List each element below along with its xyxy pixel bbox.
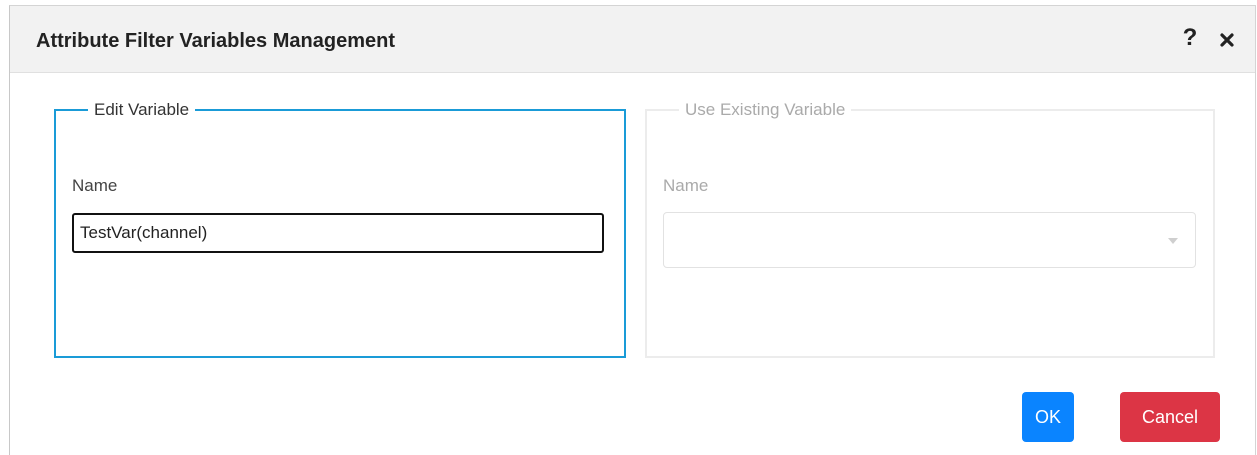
existing-name-label: Name (663, 176, 709, 195)
variable-name-input[interactable] (72, 213, 604, 253)
use-existing-variable-legend: Use Existing Variable (685, 100, 846, 119)
edit-variable-panel: Edit Variable Name (54, 100, 626, 358)
dialog-titlebar: Attribute Filter Variables Management ? (10, 6, 1255, 73)
name-label: Name (72, 176, 118, 195)
existing-variable-select[interactable] (663, 212, 1196, 268)
edit-variable-legend: Edit Variable (94, 100, 190, 119)
close-icon[interactable] (1219, 32, 1235, 48)
use-existing-variable-panel: Use Existing Variable Name (645, 100, 1215, 358)
cancel-button[interactable]: Cancel (1120, 392, 1220, 442)
dialog-title: Attribute Filter Variables Management (36, 30, 395, 52)
ok-button[interactable]: OK (1022, 392, 1074, 442)
chevron-down-icon (1168, 238, 1178, 244)
dialog: Attribute Filter Variables Management ? … (9, 5, 1256, 455)
help-icon[interactable]: ? (1180, 25, 1200, 51)
